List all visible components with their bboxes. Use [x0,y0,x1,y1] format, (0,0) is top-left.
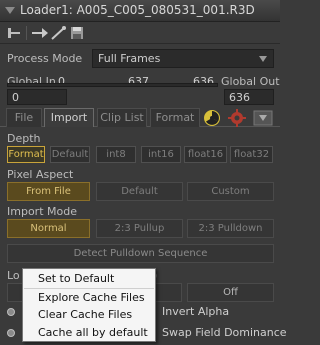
menu-item-clear-cache-files[interactable]: Clear Cache Files [24,306,154,324]
import-mode-pulldown-button[interactable]: 2:3 Pulldown [187,219,274,238]
depth-int16-button[interactable]: int16 [141,146,181,163]
invert-alpha-label: Invert Alpha [162,305,230,318]
loop-off-button[interactable]: Off [187,283,274,302]
depth-format-button[interactable]: Format [7,146,45,163]
title-bar[interactable]: Loader1: A005_C005_080531_001.R3D [0,0,280,22]
gear-icon[interactable] [228,109,246,127]
menu-item-set-to-default[interactable]: Set to Default [24,270,154,288]
checkbox-icon[interactable] [7,329,15,337]
radiation-icon[interactable] [203,109,221,127]
context-menu: Set to Default Explore Cache Files Clear… [22,268,156,342]
pixel-aspect-custom-button[interactable]: Custom [187,182,274,201]
arrow-right-icon[interactable] [30,25,50,41]
pin-icon[interactable] [4,25,24,41]
swap-field-dominance-label: Swap Field Dominance [162,326,287,339]
chevron-down-icon [259,56,267,62]
pixel-aspect-label: Pixel Aspect [7,168,74,181]
depth-float32-button[interactable]: float32 [230,146,273,163]
window-title: Loader1: A005_C005_080531_001.R3D [20,3,255,17]
import-mode-label: Import Mode [7,205,77,218]
detect-pulldown-button[interactable]: Detect Pulldown Sequence [7,244,274,263]
link-icon[interactable] [49,25,69,41]
checkbox-icon[interactable] [7,308,15,316]
loop-label: Lo [7,269,20,282]
global-out-label: Global Out [221,75,280,88]
depth-default-button[interactable]: Default [50,146,90,163]
menu-item-cache-all-by-default[interactable]: Cache all by default [24,324,154,342]
collapse-arrow-icon[interactable] [5,7,15,14]
toolbar-divider [26,26,27,40]
global-in-field[interactable]: 0 [7,89,67,105]
save-icon[interactable] [68,25,88,41]
import-mode-pullup-button[interactable]: 2:3 Pullup [96,219,183,238]
depth-label: Depth [7,132,41,145]
toolbar [0,22,280,44]
depth-float16-button[interactable]: float16 [184,146,227,163]
import-mode-normal-button[interactable]: Normal [7,219,90,238]
tabs-scroll-icon[interactable] [253,109,273,127]
process-mode-label: Process Mode [7,52,83,65]
process-mode-value: Full Frames [98,52,161,65]
tab-format[interactable]: Format [150,108,200,127]
pixel-aspect-from-file-button[interactable]: From File [7,182,90,201]
process-mode-combo[interactable]: Full Frames [92,49,274,68]
pixel-aspect-default-button[interactable]: Default [96,182,183,201]
menu-item-explore-cache-files[interactable]: Explore Cache Files [24,288,154,306]
depth-int8-button[interactable]: int8 [96,146,136,163]
tab-import[interactable]: Import [44,108,94,127]
tab-clip-list[interactable]: Clip List [97,108,147,127]
global-out-field[interactable]: 636 [224,89,274,105]
tab-file[interactable]: File [6,108,42,127]
range-slider[interactable] [7,83,218,87]
